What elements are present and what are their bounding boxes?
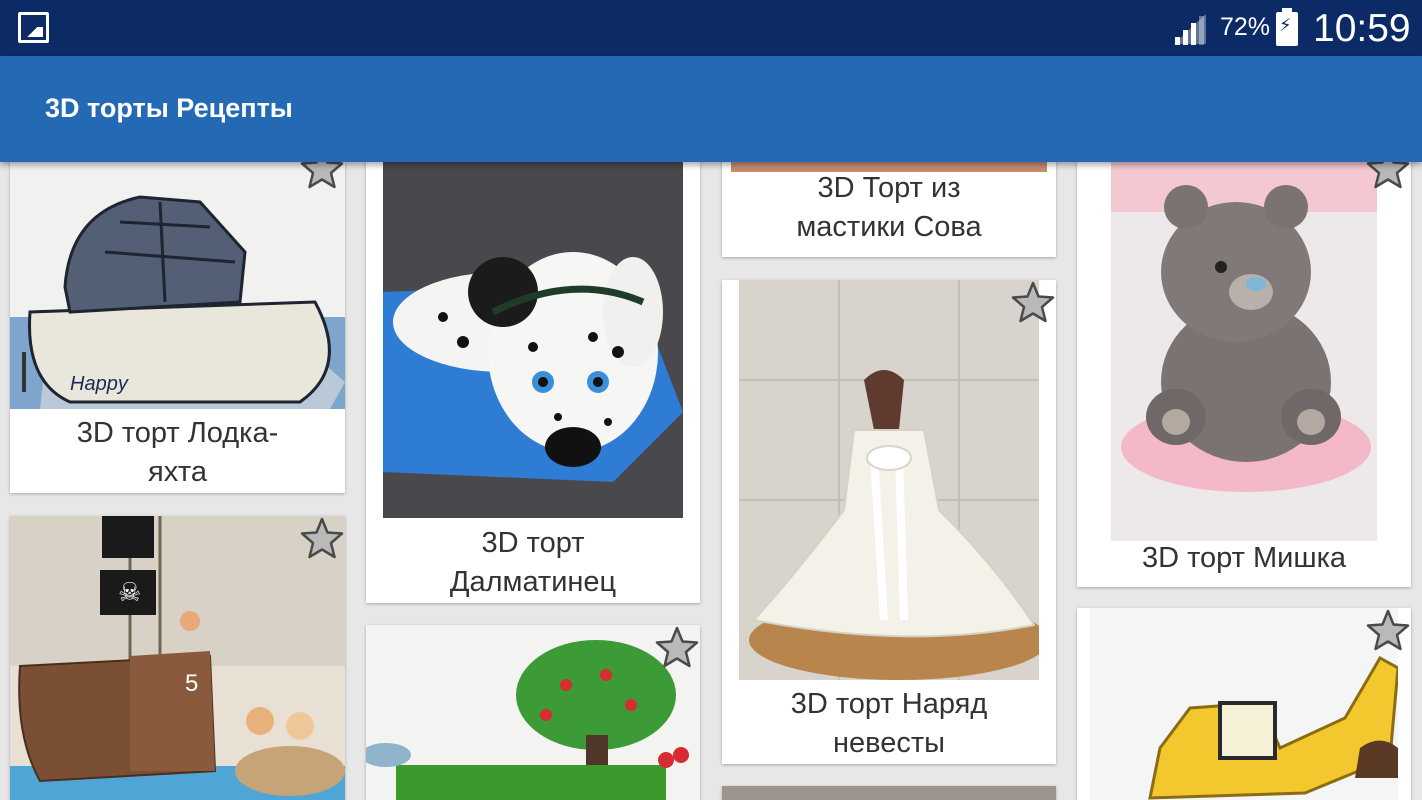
signal-icon <box>1174 14 1206 45</box>
recipe-title: 3D торт Лодка- яхта <box>76 417 279 488</box>
recipe-card-excavator[interactable] <box>1077 608 1411 800</box>
recipe-image-excavator <box>1090 608 1398 800</box>
svg-text:Happy: Happy <box>70 373 129 395</box>
star-icon[interactable] <box>1366 608 1410 652</box>
image-icon <box>18 12 49 43</box>
recipe-card-dalmatian[interactable]: 3D торт Далматинец <box>366 162 700 603</box>
recipe-image-pirate: ☠ 5 <box>10 516 345 800</box>
app-bar: 3D торты Рецепты <box>0 56 1422 162</box>
star-icon[interactable] <box>300 516 344 560</box>
battery-charging-icon <box>1276 8 1298 46</box>
recipe-image-next <box>722 786 1056 800</box>
battery-percent: 72% <box>1220 13 1271 41</box>
recipe-card-next[interactable] <box>722 786 1056 800</box>
star-icon[interactable] <box>300 162 344 190</box>
recipe-image-dress <box>739 280 1039 680</box>
recipe-card-pirate[interactable]: ☠ 5 <box>10 516 345 800</box>
svg-text:5: 5 <box>185 670 198 697</box>
recipe-card-tree[interactable] <box>366 625 700 800</box>
star-icon[interactable] <box>1011 280 1055 324</box>
recipe-title: 3D торт Наряд невесты <box>790 688 988 759</box>
recipe-card-owl[interactable]: 3D Торт из мастики Сова <box>722 162 1056 257</box>
clock: 10:59 <box>1313 7 1411 50</box>
recipe-card-bear[interactable]: 3D торт Мишка <box>1077 162 1411 587</box>
recipe-title: 3D Торт из мастики Сова <box>796 172 982 243</box>
recipe-title: 3D торт Далматинец <box>449 527 617 598</box>
recipe-image-boat: Happy <box>10 162 345 409</box>
star-icon[interactable] <box>655 625 699 669</box>
recipe-image-tree <box>366 625 700 800</box>
recipe-image-bear <box>1111 162 1377 541</box>
status-bar: 72% 10:59 <box>0 0 1422 56</box>
recipe-card-boat[interactable]: Happy 3D торт Лодка- яхта <box>10 162 345 493</box>
svg-text:☠: ☠ <box>118 578 141 608</box>
recipe-card-dress[interactable]: 3D торт Наряд невесты <box>722 280 1056 764</box>
recipe-image-dalmatian <box>383 162 683 518</box>
star-icon[interactable] <box>1366 162 1410 190</box>
recipe-grid: Happy 3D торт Лодка- яхта ☠ 5 3D торт Да… <box>0 162 1422 800</box>
app-title: 3D торты Рецепты <box>45 93 293 123</box>
recipe-title: 3D торт Мишка <box>1141 542 1347 574</box>
